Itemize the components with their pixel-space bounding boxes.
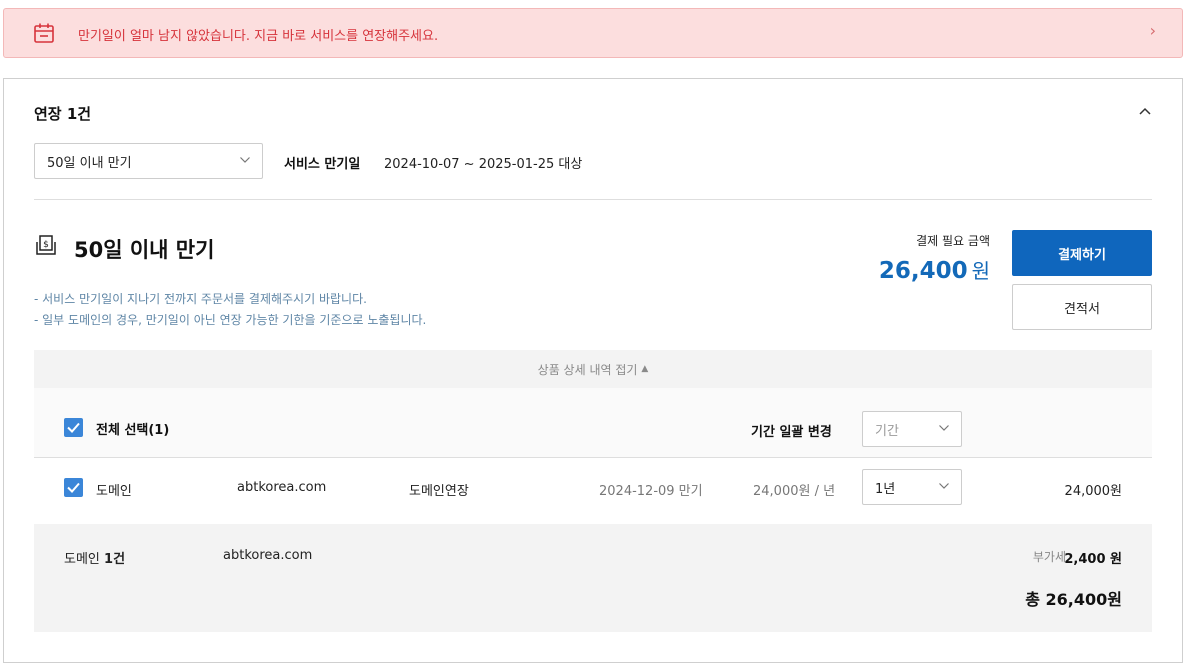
quote-button[interactable]: 견적서 — [1012, 284, 1152, 330]
item-type: 도메인 — [96, 484, 132, 499]
expiry-alert-banner[interactable]: 만기일이 얼마 남지 않았습니다. 지금 바로 서비스를 연장해주세요. › — [3, 8, 1183, 58]
item-domain: abtkorea.com — [237, 480, 327, 495]
total-amount: 총 26,400원 — [1025, 590, 1122, 609]
check-icon — [67, 422, 80, 433]
triangle-up-icon: ▲ — [641, 364, 649, 374]
bulk-period-placeholder: 기간 — [875, 423, 899, 439]
item-price: 24,000원 / 년 — [753, 484, 836, 499]
detail-toggle-label: 상품 상세 내역 접기 — [537, 362, 638, 377]
payment-amount: 26,400 원 — [879, 255, 990, 284]
vat-label: 부가세 — [1032, 550, 1066, 564]
period-select[interactable]: 50일 이내 만기 — [34, 143, 263, 179]
item-checkbox[interactable] — [64, 478, 83, 497]
note-line: - 일부 도메인의 경우, 만기일이 아닌 연장 가능한 기한을 기준으로 노출… — [34, 313, 427, 327]
payment-amount-unit: 원 — [971, 259, 990, 283]
item-amount: 24,000원 — [1064, 484, 1122, 499]
summary-count-label: 도메인 — [64, 552, 100, 567]
bulk-change-label: 기간 일괄 변경 — [751, 425, 832, 440]
money-bill-icon: $ — [34, 234, 58, 258]
alert-message: 만기일이 얼마 남지 않았습니다. 지금 바로 서비스를 연장해주세요. — [78, 29, 439, 44]
payment-amount-value: 26,400 — [878, 258, 968, 284]
select-all-checkbox[interactable] — [64, 418, 83, 437]
summary-count: 도메인 1건 — [64, 548, 125, 567]
card-title: 연장 1건 — [34, 105, 92, 123]
chevron-down-icon — [939, 425, 949, 431]
summary-domain: abtkorea.com — [223, 548, 313, 563]
item-service: 도메인연장 — [409, 484, 469, 499]
item-expiry: 2024-12-09 만기 — [599, 484, 703, 499]
note-line: - 서비스 만기일이 지나기 전까지 주문서를 결제해주시기 바랍니다. — [34, 292, 367, 306]
select-all-label: 전체 선택(1) — [96, 423, 170, 438]
term-select[interactable]: 1년 — [862, 469, 962, 505]
summary-count-value: 1건 — [104, 552, 126, 567]
section-title: 50일 이내 만기 — [74, 238, 215, 262]
renewal-card: 연장 1건 50일 이내 만기 서비스 만기일 2024-10-07 ~ 202… — [3, 78, 1183, 663]
check-icon — [67, 482, 80, 493]
period-select-value: 50일 이내 만기 — [47, 155, 132, 171]
chevron-up-icon[interactable] — [1138, 103, 1152, 117]
vat-value: 2,400 원 — [1064, 552, 1122, 567]
divider — [34, 199, 1152, 200]
product-table: 전체 선택(1) 기간 일괄 변경 기간 도메인 abtkorea.com 도메… — [34, 388, 1152, 632]
calendar-icon — [33, 22, 55, 44]
expiry-label: 서비스 만기일 — [284, 157, 361, 172]
payment-label: 결제 필요 금액 — [916, 234, 990, 248]
chevron-down-icon — [939, 483, 949, 489]
term-select-value: 1년 — [875, 481, 896, 497]
chevron-down-icon — [240, 157, 250, 163]
expiry-range: 2024-10-07 ~ 2025-01-25 대상 — [384, 157, 583, 172]
detail-toggle[interactable]: 상품 상세 내역 접기 ▲ — [34, 350, 1152, 388]
table-row: 도메인 abtkorea.com 도메인연장 2024-12-09 만기 24,… — [34, 458, 1152, 524]
notes: - 서비스 만기일이 지나기 전까지 주문서를 결제해주시기 바랍니다. - 일… — [34, 289, 426, 331]
chevron-right-icon[interactable]: › — [1150, 21, 1156, 40]
pay-button[interactable]: 결제하기 — [1012, 230, 1152, 276]
bulk-period-select[interactable]: 기간 — [862, 411, 962, 447]
summary-block: 도메인 1건 abtkorea.com 부가세 2,400 원 총 26,400… — [34, 524, 1152, 632]
table-header-row: 전체 선택(1) 기간 일괄 변경 기간 — [34, 388, 1152, 458]
svg-text:$: $ — [43, 240, 49, 250]
